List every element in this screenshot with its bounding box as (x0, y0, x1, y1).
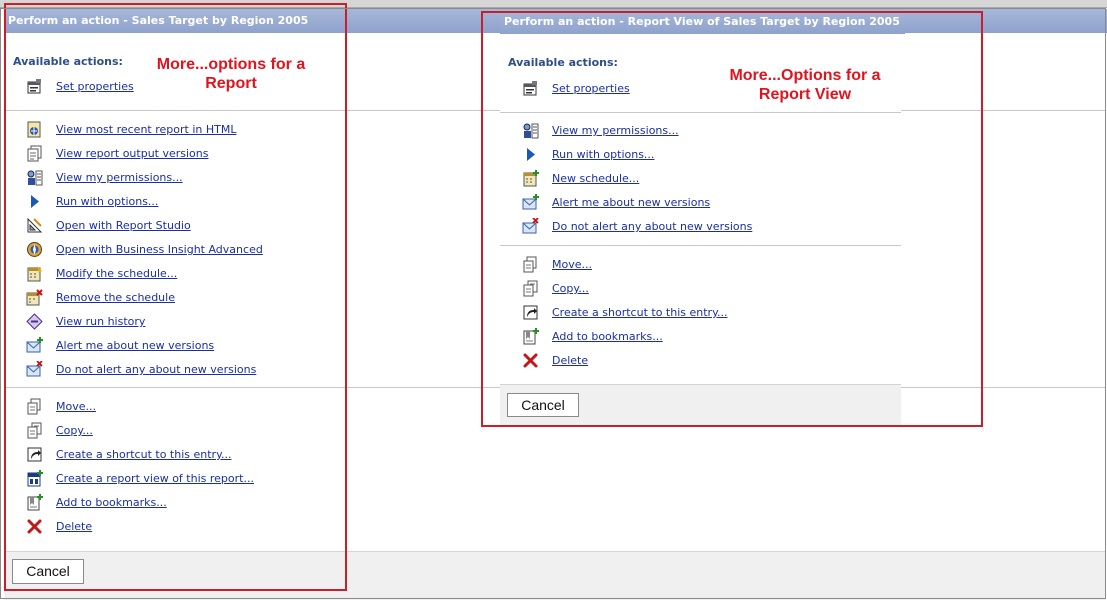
action-link[interactable]: Add to bookmarks... (56, 496, 167, 509)
left-cancel-button[interactable]: Cancel (12, 559, 84, 584)
right-panel-title: Perform an action - Report View of Sales… (500, 10, 905, 34)
action-link[interactable]: Open with Business Insight Advanced (56, 243, 263, 256)
alert-icon (522, 194, 539, 210)
delete-icon (523, 353, 538, 368)
html-report-icon (27, 121, 41, 138)
action-link[interactable]: Set properties (552, 82, 630, 95)
copy-icon (523, 280, 538, 297)
bookmark-icon (27, 494, 43, 511)
action-link[interactable]: Copy... (552, 282, 589, 295)
right-annotation: More...Options for a Report View (712, 66, 898, 104)
action-link[interactable]: Delete (552, 354, 588, 367)
run-icon (31, 195, 39, 208)
action-link[interactable]: View my permissions... (552, 124, 679, 137)
shortcut-icon (27, 447, 42, 462)
right-panel-footer: Cancel (500, 384, 901, 426)
remove-schedule-icon (26, 289, 43, 306)
action-link[interactable]: Add to bookmarks... (552, 330, 663, 343)
action-link[interactable]: Copy... (56, 424, 93, 437)
left-annotation: More...options for a Report (140, 55, 322, 93)
action-link[interactable]: View report output versions (56, 147, 209, 160)
action-link[interactable]: New schedule... (552, 172, 639, 185)
action-link[interactable]: Delete (56, 520, 92, 533)
right_panel-divider (500, 112, 901, 113)
right-annotation-line2: Report View (758, 86, 852, 103)
move-icon (27, 398, 41, 415)
action-link[interactable]: Create a shortcut to this entry... (56, 448, 232, 461)
permissions-icon (27, 170, 43, 186)
properties-icon (523, 81, 537, 96)
right-cancel-button[interactable]: Cancel (507, 393, 579, 417)
report-view-icon (27, 470, 43, 487)
left-annotation-line2: Report (205, 75, 257, 92)
left-available-actions-label: Available actions: (13, 55, 123, 68)
action-link[interactable]: Set properties (56, 80, 134, 93)
no-alert-icon (26, 361, 43, 377)
shortcut-icon (523, 305, 538, 320)
window-top-strip (0, 0, 1107, 8)
action-link[interactable]: Open with Report Studio (56, 219, 191, 232)
action-link[interactable]: Run with options... (56, 195, 158, 208)
new-schedule-icon (523, 170, 539, 187)
left-panel-footer: Cancel (4, 551, 1106, 600)
bookmark-icon (523, 328, 539, 345)
action-link[interactable]: Create a report view of this report... (56, 472, 254, 485)
delete-icon (27, 519, 42, 534)
report-studio-icon (27, 217, 43, 233)
action-link[interactable]: Modify the schedule... (56, 267, 177, 280)
no-alert-icon (522, 218, 539, 234)
action-link[interactable]: Alert me about new versions (56, 339, 214, 352)
action-link[interactable]: Do not alert any about new versions (56, 363, 256, 376)
left-annotation-line1: More...options for a (156, 56, 306, 73)
action-link[interactable]: View run history (56, 315, 145, 328)
business-insight-icon (27, 242, 42, 257)
move-icon (523, 256, 537, 273)
action-link[interactable]: Do not alert any about new versions (552, 220, 752, 233)
permissions-icon (523, 123, 539, 139)
action-link[interactable]: Create a shortcut to this entry... (552, 306, 728, 319)
copy-icon (27, 422, 42, 439)
run-icon (527, 148, 535, 161)
action-link[interactable]: View most recent report in HTML (56, 123, 236, 136)
right-annotation-line1: More...Options for a (729, 67, 881, 84)
action-link[interactable]: Run with options... (552, 148, 654, 161)
right_panel-divider (500, 245, 901, 246)
output-versions-icon (27, 145, 42, 162)
properties-icon (27, 79, 41, 94)
action-link[interactable]: Move... (56, 400, 96, 413)
action-link[interactable]: Move... (552, 258, 592, 271)
right-available-actions-label: Available actions: (508, 56, 618, 69)
schedule-icon (27, 266, 42, 282)
action-link[interactable]: Alert me about new versions (552, 196, 710, 209)
action-link[interactable]: Remove the schedule (56, 291, 175, 304)
run-history-icon (26, 313, 43, 330)
alert-icon (26, 337, 43, 353)
action-link[interactable]: View my permissions... (56, 171, 183, 184)
